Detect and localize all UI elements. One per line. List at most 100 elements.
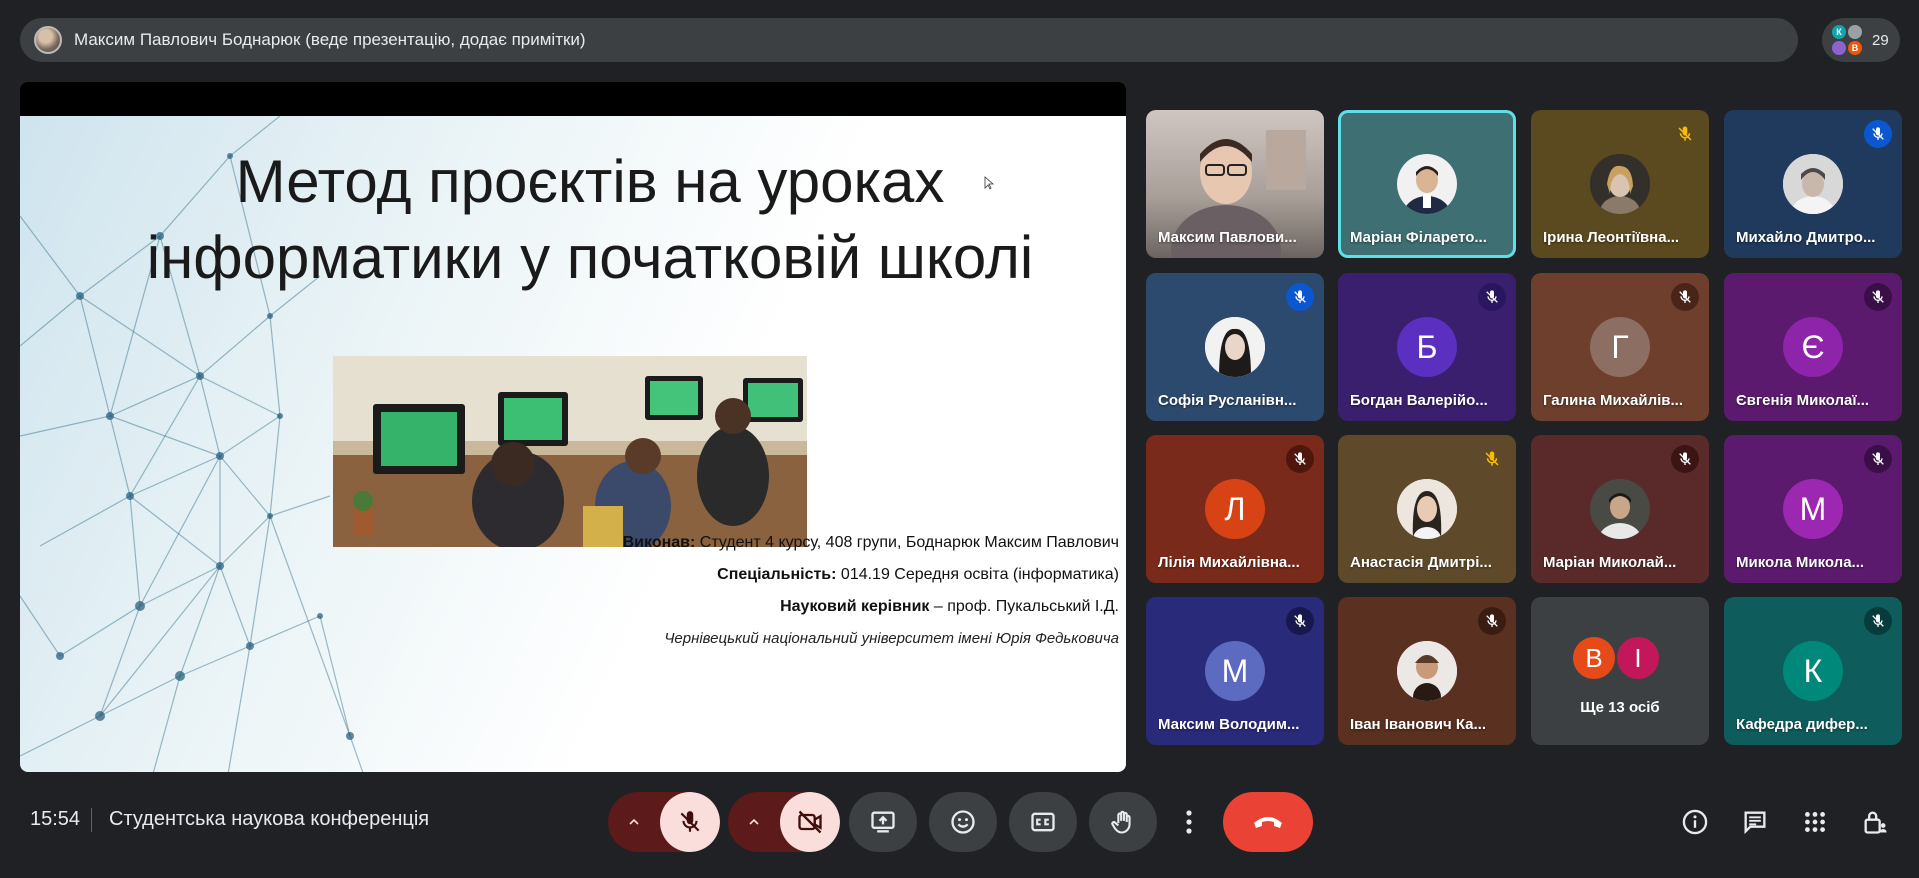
slide-title: Метод проєктів на уроках інформатики у п… — [80, 144, 1100, 296]
participant-tile[interactable]: Г Галина Михайлів... — [1531, 273, 1709, 421]
participant-name: Максим Павлови... — [1158, 229, 1297, 246]
more-vert-icon — [1186, 810, 1192, 834]
host-controls-button[interactable] — [1859, 806, 1891, 838]
meet-window: Максим Павлович Боднарюк (веде презентац… — [0, 0, 1919, 878]
muted-mic-icon — [1671, 283, 1699, 311]
closed-captions-icon — [1031, 812, 1055, 832]
participant-tile[interactable]: М Микола Микола... — [1724, 435, 1902, 583]
info-icon — [1682, 809, 1708, 835]
raise-hand-icon — [1111, 810, 1131, 834]
participant-avatar: М — [1783, 479, 1843, 539]
participant-name: Лілія Михайлівна... — [1158, 554, 1300, 571]
captions-button[interactable] — [1009, 792, 1077, 852]
participant-tile[interactable]: Л Лілія Михайлівна... — [1146, 435, 1324, 583]
mic-off-icon — [680, 811, 700, 832]
muted-mic-icon — [1864, 607, 1892, 635]
supervisor-line: Науковий керівник – проф. Пукальський І.… — [780, 598, 1119, 616]
presentation-slide: Метод проєктів на уроках інформатики у п… — [20, 116, 1126, 772]
participant-avatar — [1397, 641, 1457, 701]
participant-tile[interactable]: Анастасія Дмитрі... — [1338, 435, 1516, 583]
muted-mic-icon — [1671, 445, 1699, 473]
participant-name: Маріан Філарето... — [1350, 229, 1487, 246]
participant-tile[interactable]: Ірина Леонтіївна... — [1531, 110, 1709, 258]
chat-button[interactable] — [1739, 806, 1771, 838]
present-screen-button[interactable] — [849, 792, 917, 852]
mouse-cursor-icon — [984, 176, 994, 190]
participant-tile[interactable]: Михайло Дмитро... — [1724, 110, 1902, 258]
muted-mic-icon — [1864, 120, 1892, 148]
mini-avatar: К — [1832, 25, 1846, 39]
participant-tile[interactable]: М Максим Володим... — [1146, 597, 1324, 745]
author-text: Студент 4 курсу, 408 групи, Боднарюк Мак… — [695, 534, 1119, 551]
presenter-title: Максим Павлович Боднарюк (веде презентац… — [74, 30, 586, 49]
author-line: Виконав: Студент 4 курсу, 408 групи, Бод… — [623, 534, 1119, 552]
classroom-photo-image — [333, 356, 807, 547]
participants-mini-avatars: К В — [1832, 23, 1866, 57]
participant-avatar: М — [1205, 641, 1265, 701]
slide-title-line: інформатики у початковій школі — [146, 224, 1034, 291]
participant-avatar: В — [1571, 635, 1617, 681]
bottom-divider — [91, 808, 92, 832]
more-participants-label: Ще 13 осіб — [1580, 699, 1660, 716]
participant-avatar — [1397, 479, 1457, 539]
apps-grid-icon — [1805, 812, 1825, 832]
camera-off-icon — [798, 810, 822, 834]
participant-name: Максим Володим... — [1158, 716, 1300, 733]
mic-toggle-button[interactable] — [660, 792, 720, 852]
mic-options-button[interactable] — [608, 792, 660, 852]
muted-mic-icon — [1478, 607, 1506, 635]
muted-mic-icon — [1478, 283, 1506, 311]
meeting-clock: 15:54 — [30, 808, 81, 830]
muted-mic-icon — [1478, 445, 1506, 473]
mini-avatar — [1832, 41, 1846, 55]
classroom-photo — [333, 356, 807, 547]
more-options-button[interactable] — [1169, 792, 1209, 852]
university-line: Чернівецький національний університет ім… — [664, 630, 1119, 647]
participant-name: Ірина Леонтіївна... — [1543, 229, 1680, 246]
participant-name: Кафедра дифер... — [1736, 716, 1868, 733]
participant-tile[interactable]: Максим Павлови... — [1146, 110, 1324, 258]
present-screen-icon — [871, 811, 895, 833]
more-participants-avatars: В І — [1571, 635, 1681, 685]
camera-control-group — [728, 792, 840, 852]
participant-name: Богдан Валерійо... — [1350, 392, 1488, 409]
participant-tile[interactable]: Софія Русланівн... — [1146, 273, 1324, 421]
muted-mic-icon — [1864, 283, 1892, 311]
chat-icon — [1744, 811, 1766, 835]
more-participants-tile[interactable]: В І Ще 13 осіб — [1531, 597, 1709, 745]
mic-control-group — [608, 792, 720, 852]
participant-avatar — [1590, 479, 1650, 539]
specialty-line: Спеціальність: 014.19 Середня освіта (ін… — [717, 566, 1119, 584]
participant-tile[interactable]: Іван Іванович Ка... — [1338, 597, 1516, 745]
participant-avatar: Б — [1397, 317, 1457, 377]
slide-title-line: Метод проєктів на уроках — [235, 148, 945, 215]
participant-tile[interactable]: Маріан Миколай... — [1531, 435, 1709, 583]
participant-avatar: Л — [1205, 479, 1265, 539]
activities-button[interactable] — [1799, 806, 1831, 838]
raise-hand-button[interactable] — [1089, 792, 1157, 852]
participant-name: Софія Русланівн... — [1158, 392, 1297, 409]
muted-mic-icon — [1864, 445, 1892, 473]
participant-name: Микола Микола... — [1736, 554, 1865, 571]
muted-mic-icon — [1286, 283, 1314, 311]
participant-avatar — [1397, 154, 1457, 214]
reactions-button[interactable] — [929, 792, 997, 852]
participants-button[interactable]: К В 29 — [1822, 18, 1900, 62]
leave-call-button[interactable] — [1223, 792, 1313, 852]
participant-avatar: І — [1615, 635, 1661, 681]
participant-tile[interactable]: Б Богдан Валерійо... — [1338, 273, 1516, 421]
participant-tile[interactable]: Є Євгенія Миколаї... — [1724, 273, 1902, 421]
mini-avatar: В — [1848, 41, 1862, 55]
muted-mic-icon — [1286, 445, 1314, 473]
participant-avatar — [1590, 154, 1650, 214]
participant-tile[interactable]: К Кафедра дифер... — [1724, 597, 1902, 745]
camera-options-button[interactable] — [728, 792, 780, 852]
author-label: Виконав: — [622, 534, 696, 551]
camera-toggle-button[interactable] — [780, 792, 840, 852]
participant-avatar: Є — [1783, 317, 1843, 377]
participant-tile[interactable]: Маріан Філарето... — [1338, 110, 1516, 258]
presenter-bar[interactable]: Максим Павлович Боднарюк (веде презентац… — [20, 18, 1798, 62]
participant-name: Анастасія Дмитрі... — [1350, 554, 1492, 571]
meeting-details-button[interactable] — [1679, 806, 1711, 838]
emoji-icon — [951, 810, 975, 834]
